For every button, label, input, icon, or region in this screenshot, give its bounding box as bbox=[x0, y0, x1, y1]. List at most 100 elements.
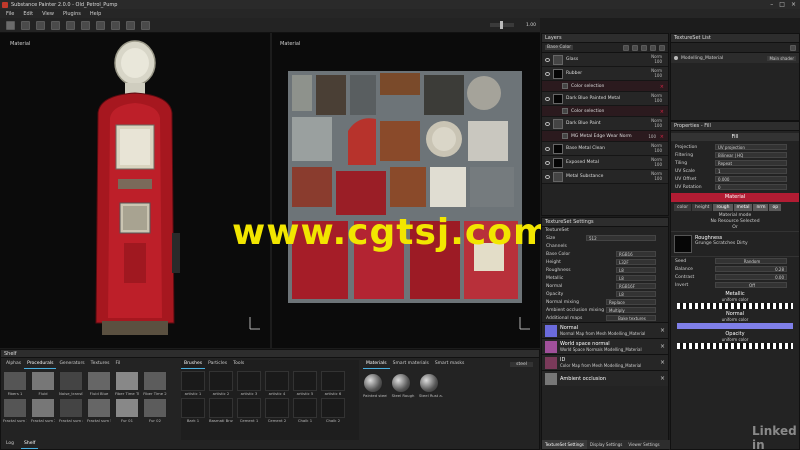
layer-blend-opacity[interactable]: Norm 100 bbox=[651, 54, 662, 64]
baked-map-row[interactable]: ID Color Map from Mesh Modelling_Material… bbox=[542, 354, 668, 370]
shelf-item[interactable]: Fluid Blue bbox=[87, 371, 111, 396]
shelf-item[interactable]: Cement 1 bbox=[237, 398, 261, 423]
menu-help[interactable]: Help bbox=[90, 11, 101, 17]
remove-mask-icon[interactable]: × bbox=[660, 134, 664, 140]
channel-format-select[interactable]: L32F bbox=[616, 259, 656, 265]
layer-row[interactable]: Base Metal Clean Norm 100 bbox=[542, 142, 668, 156]
add-folder-icon[interactable] bbox=[650, 44, 656, 51]
channel-format-select[interactable]: L8 bbox=[616, 275, 656, 281]
projection-tool-icon[interactable] bbox=[36, 20, 45, 30]
shelf-search-input[interactable]: steel bbox=[510, 362, 533, 367]
channel-tab[interactable]: color bbox=[674, 204, 692, 211]
shelf-item[interactable]: artistic 2 bbox=[209, 371, 233, 396]
baked-map-row[interactable]: World space normal World Space Normals Mo… bbox=[542, 338, 668, 354]
shelf-item[interactable]: Fur 01 bbox=[115, 398, 139, 423]
polygon-fill-icon[interactable] bbox=[51, 20, 60, 30]
prop-value[interactable]: UV projection bbox=[715, 144, 787, 150]
menu-plugins[interactable]: Plugins bbox=[63, 11, 81, 17]
shelf-tab[interactable]: Brushes bbox=[181, 360, 206, 369]
remove-map-icon[interactable]: × bbox=[660, 359, 665, 366]
contrast-slider[interactable]: 0.00 bbox=[715, 274, 787, 280]
remove-map-icon[interactable]: × bbox=[660, 375, 665, 382]
channel-tab[interactable]: rough bbox=[713, 204, 733, 211]
shelf-item[interactable]: Chalk 1 bbox=[293, 398, 317, 423]
prop-value[interactable]: 0.000 bbox=[715, 176, 787, 182]
metallic-slider[interactable] bbox=[677, 303, 793, 309]
shelf-tab[interactable]: Textures bbox=[88, 360, 113, 369]
layer-row[interactable]: Glass Norm 100 bbox=[542, 53, 668, 67]
baked-map-row[interactable]: Ambient occlusion × bbox=[542, 370, 668, 386]
mask-opacity[interactable]: 100 bbox=[648, 134, 656, 139]
shelf-item[interactable]: Basmati Brush bbox=[209, 398, 233, 423]
symmetry-icon[interactable] bbox=[111, 20, 120, 30]
viewport-3d[interactable]: Material bbox=[0, 33, 270, 348]
picker-tool-icon[interactable] bbox=[96, 20, 105, 30]
eye-icon[interactable] bbox=[545, 121, 550, 126]
mask-row[interactable]: MG Metal Edge Wear Norm 100 × bbox=[542, 131, 668, 142]
settings-tab[interactable]: Display Settings bbox=[587, 440, 625, 449]
menu-view[interactable]: View bbox=[42, 11, 54, 17]
normal-mixing-select[interactable]: Replace bbox=[606, 299, 656, 305]
shelf-tab[interactable]: Fil bbox=[112, 360, 123, 369]
camera-icon[interactable] bbox=[126, 20, 135, 30]
layer-blend-opacity[interactable]: Norm 100 bbox=[651, 157, 662, 167]
eye-icon[interactable] bbox=[545, 146, 550, 151]
shelf-item[interactable]: artistic 5 bbox=[293, 371, 317, 396]
prop-value[interactable]: 0 bbox=[715, 184, 787, 190]
layer-blend-opacity[interactable]: Norm 100 bbox=[651, 68, 662, 78]
layer-blend-opacity[interactable]: Norm 100 bbox=[651, 118, 662, 128]
eye-icon[interactable] bbox=[545, 96, 550, 101]
render-icon[interactable] bbox=[141, 20, 150, 30]
shelf-item[interactable]: Steel Rough bbox=[391, 373, 415, 398]
prop-value[interactable]: 1 bbox=[715, 168, 787, 174]
eye-icon[interactable] bbox=[545, 160, 550, 165]
shelf-tab[interactable]: Smart masks bbox=[432, 360, 467, 369]
layer-blend-opacity[interactable]: Norm 100 bbox=[651, 171, 662, 181]
layer-row[interactable]: Rubber Norm 100 bbox=[542, 67, 668, 81]
viewport-2d[interactable]: Material bbox=[272, 33, 540, 348]
mask-row[interactable]: Color selection × bbox=[542, 106, 668, 117]
add-fill-icon[interactable] bbox=[632, 44, 638, 51]
layer-opacity[interactable]: 100 bbox=[651, 59, 662, 64]
shelf-tab[interactable]: Procedurals bbox=[24, 360, 57, 369]
shelf-tab[interactable]: Materials bbox=[363, 360, 390, 369]
ao-mixing-select[interactable]: Multiply bbox=[606, 307, 656, 313]
blend-mode-select[interactable]: Base Color bbox=[545, 45, 574, 50]
shelf-item[interactable]: Fluid bbox=[31, 371, 55, 396]
shelf-item[interactable]: Noise_transf... bbox=[59, 371, 83, 396]
channel-format-select[interactable]: RGB16F bbox=[616, 283, 656, 289]
shelf-tab[interactable]: Particles bbox=[205, 360, 230, 369]
eye-icon[interactable] bbox=[545, 174, 550, 179]
eye-icon[interactable] bbox=[545, 57, 550, 62]
shelf-item[interactable]: Fiber Time Th... bbox=[115, 371, 139, 396]
prop-value[interactable]: Bilinear | HQ bbox=[715, 152, 787, 158]
menu-edit[interactable]: Edit bbox=[23, 11, 33, 17]
add-mask-icon[interactable] bbox=[641, 44, 647, 51]
opacity-slider[interactable] bbox=[677, 343, 793, 349]
layer-row[interactable]: Dark Blue Painted Metal Norm 100 bbox=[542, 92, 668, 106]
textureset-item[interactable]: Modelling_Material Main shader bbox=[671, 53, 799, 63]
shader-select[interactable]: Main shader bbox=[767, 55, 796, 61]
channel-format-select[interactable]: L8 bbox=[616, 267, 656, 273]
paint-tool-icon[interactable] bbox=[6, 20, 15, 30]
add-layer-icon[interactable] bbox=[623, 44, 629, 51]
baked-map-row[interactable]: Normal Normal Map from Mesh Modelling_Mat… bbox=[542, 322, 668, 338]
shelf-item[interactable]: Cement 2 bbox=[265, 398, 289, 423]
remove-mask-icon[interactable]: × bbox=[660, 84, 664, 90]
radio-icon[interactable] bbox=[674, 56, 678, 60]
shelf-item[interactable]: Fractal sum 4 bbox=[59, 398, 83, 423]
remove-mask-icon[interactable]: × bbox=[660, 109, 664, 115]
shelf-item[interactable]: artistic 6 bbox=[321, 371, 345, 396]
shelf-item[interactable]: Fractal sum 2 bbox=[31, 398, 55, 423]
channel-tab[interactable]: height bbox=[692, 204, 713, 211]
layer-opacity[interactable]: 100 bbox=[651, 176, 662, 181]
seed-button[interactable]: Random bbox=[715, 258, 787, 264]
shelf-item[interactable]: artistic 1 bbox=[181, 371, 205, 396]
layer-opacity[interactable]: 100 bbox=[651, 98, 662, 103]
layer-blend-opacity[interactable]: Norm 100 bbox=[651, 143, 662, 153]
menu-file[interactable]: File bbox=[6, 11, 14, 17]
size-select[interactable]: 512 bbox=[586, 235, 656, 241]
shelf-item[interactable]: artistic 3 bbox=[237, 371, 261, 396]
shelf-item[interactable]: Fiber Time 2 bbox=[143, 371, 167, 396]
clone-tool-icon[interactable] bbox=[81, 20, 90, 30]
